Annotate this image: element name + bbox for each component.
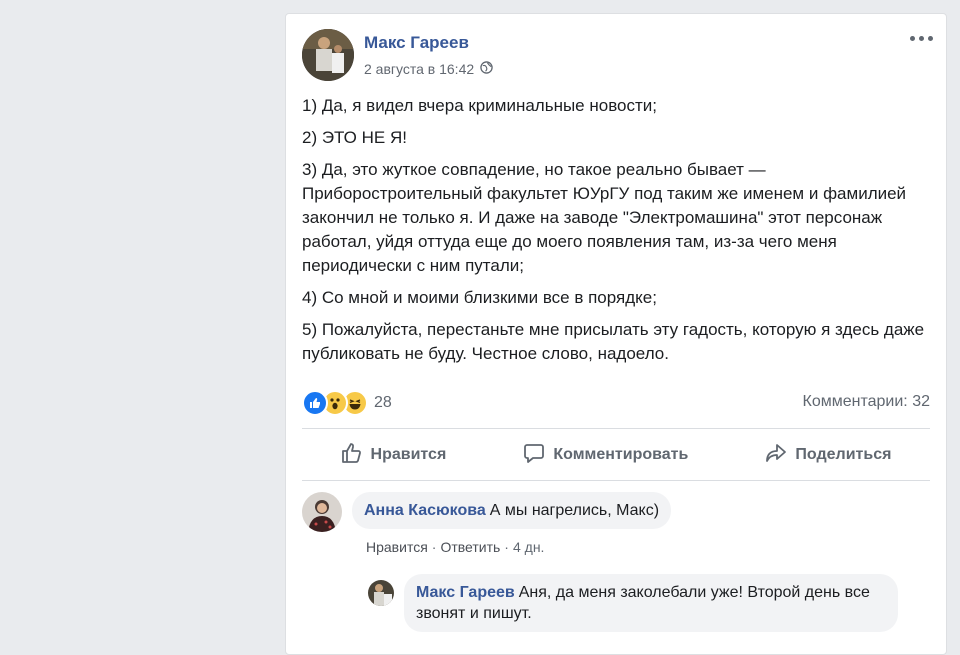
more-options-icon[interactable] xyxy=(910,32,934,44)
commenter-avatar[interactable] xyxy=(302,492,342,532)
author-avatar[interactable] xyxy=(302,29,354,81)
share-button[interactable]: Поделиться xyxy=(765,442,891,469)
divider xyxy=(302,428,930,429)
share-arrow-icon xyxy=(765,442,787,469)
share-label: Поделиться xyxy=(795,446,892,463)
comment-button[interactable]: Комментировать xyxy=(523,442,688,469)
post-paragraph: 3) Да, это жуткое совпадение, но такое р… xyxy=(302,160,907,275)
comment-bubble-icon xyxy=(523,442,545,469)
comment-like-link[interactable]: Нравится xyxy=(366,539,428,555)
comment-text: А мы нагрелись, Макс) xyxy=(489,502,660,519)
comment-label: Комментировать xyxy=(553,446,689,463)
thumbs-up-icon xyxy=(341,442,363,469)
comment-bubble: Анна Касюкова А мы нагрелись, Макс) xyxy=(352,492,672,529)
divider xyxy=(302,480,930,481)
reaction-count: 28 xyxy=(374,394,392,411)
post-actions: Нравится Комментировать Поделиться xyxy=(302,438,930,472)
reply-author[interactable]: Макс Гареев xyxy=(416,584,515,601)
post-text: 1) Да, я видел вчера криминальные новост… xyxy=(302,94,930,374)
comment-author[interactable]: Анна Касюкова xyxy=(364,502,486,519)
comment-age[interactable]: 4 дн. xyxy=(513,539,544,555)
reactions-summary[interactable]: 28 xyxy=(302,390,392,416)
like-reaction-icon xyxy=(302,390,328,416)
post-author[interactable]: Макс Гареев xyxy=(364,33,469,53)
reply: Макс Гареев Аня, да меня заколебали уже! … xyxy=(368,574,898,632)
separator-dot: · xyxy=(504,539,509,555)
post-meta: 2 августа в 16:42 xyxy=(364,61,493,77)
globe-icon xyxy=(480,61,493,77)
reply-avatar[interactable] xyxy=(368,580,394,606)
like-label: Нравится xyxy=(370,446,447,463)
comment: Анна Касюкова А мы нагрелись, Макс) xyxy=(302,492,672,532)
comment-reply-link[interactable]: Ответить xyxy=(440,539,500,555)
like-button[interactable]: Нравится xyxy=(341,442,447,469)
post-paragraph: 4) Со мной и моими близкими все в порядк… xyxy=(302,288,657,307)
separator-dot: · xyxy=(431,539,437,555)
post-paragraph: 1) Да, я видел вчера криминальные новост… xyxy=(302,96,657,115)
comment-actions: Нравится · Ответить · 4 дн. xyxy=(366,539,544,555)
reply-bubble: Макс Гареев Аня, да меня заколебали уже! … xyxy=(404,574,898,632)
post-paragraph: 5) Пожалуйста, перестаньте мне присылать… xyxy=(302,320,925,363)
post-timestamp[interactable]: 2 августа в 16:42 xyxy=(364,61,474,77)
comments-count[interactable]: Комментарии: 32 xyxy=(803,393,930,411)
post-card: Макс Гареев 2 августа в 16:42 1) Да, я в… xyxy=(285,13,947,655)
post-paragraph: 2) ЭТО НЕ Я! xyxy=(302,128,407,147)
